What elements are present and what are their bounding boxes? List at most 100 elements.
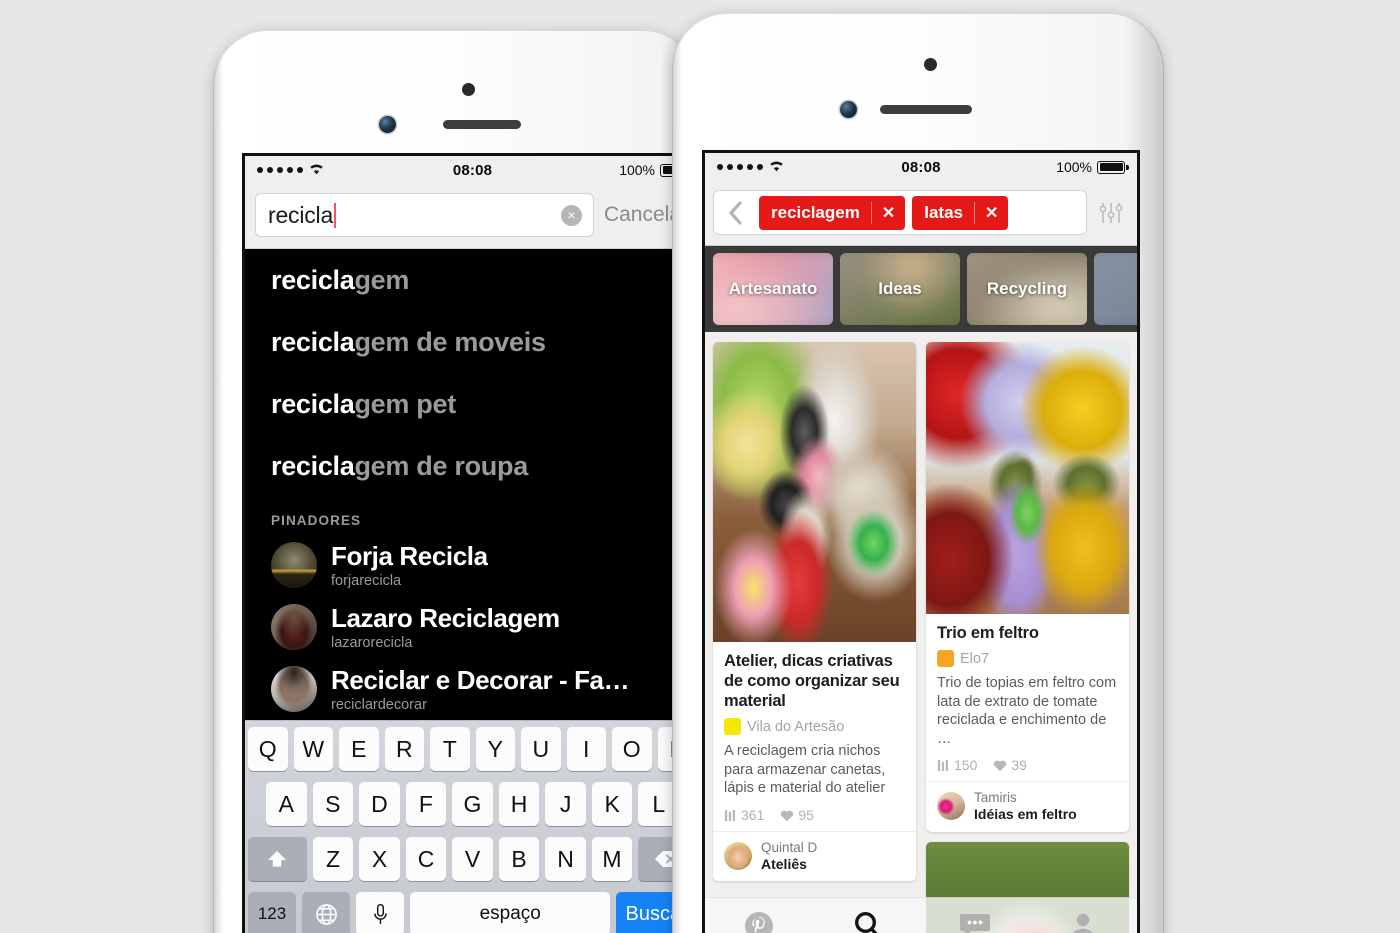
numbers-key[interactable]: 123: [248, 892, 297, 933]
space-key[interactable]: espaço: [410, 892, 611, 933]
key-v[interactable]: V: [452, 837, 493, 881]
pin-image[interactable]: [713, 342, 916, 642]
key-w[interactable]: W: [293, 727, 333, 771]
suggestion-rest: gem pet: [354, 389, 456, 419]
tab-messages[interactable]: [921, 912, 1029, 933]
keyboard-row-1: Q W E R T Y U I O P: [248, 727, 697, 771]
microphone-icon[interactable]: [356, 892, 405, 933]
status-time: 08:08: [901, 158, 941, 176]
pin-source-name: Vila do Artesão: [747, 718, 845, 735]
list-item[interactable]: reciclagem pet: [245, 373, 700, 435]
pin-card[interactable]: Atelier, dicas criativas de como organiz…: [713, 342, 916, 882]
pin-user-row[interactable]: Quintal D Ateliês: [713, 831, 916, 881]
pin-description: Trio de topias em feltro com lata de ext…: [937, 675, 1117, 747]
search-input[interactable]: recicla ×: [255, 193, 594, 237]
key-b[interactable]: B: [498, 837, 540, 881]
pinner-name: Forja Recicla: [331, 541, 488, 571]
pin-user-name: Quintal D: [761, 840, 818, 856]
pin-card[interactable]: Trio em feltro Elo7 Trio de topias em fe…: [926, 342, 1129, 832]
pinner-meta: Forja Recicla forjarecicla: [331, 541, 488, 589]
close-icon[interactable]: ✕: [870, 201, 905, 224]
key-d[interactable]: D: [359, 782, 400, 826]
key-n[interactable]: N: [545, 837, 586, 881]
search-token[interactable]: reciclagem ✕: [759, 195, 906, 230]
chevron-left-icon[interactable]: [718, 200, 752, 226]
messages-icon: [960, 913, 990, 933]
list-item[interactable]: reciclagem: [245, 249, 700, 311]
repin-count: 150: [954, 757, 978, 774]
key-j[interactable]: J: [545, 782, 586, 826]
pinner-handle: lazarorecicla: [331, 635, 413, 651]
key-s[interactable]: S: [312, 782, 354, 826]
list-item[interactable]: reciclagem de roupa: [245, 435, 700, 497]
key-q[interactable]: Q: [248, 727, 288, 771]
key-r[interactable]: R: [384, 727, 424, 771]
tab-search[interactable]: [813, 909, 921, 933]
key-y[interactable]: Y: [475, 727, 515, 771]
list-item[interactable]: Forja Recicla forjarecicla: [245, 534, 700, 596]
pin-description: A reciclagem cria nichos para armazenar …: [724, 743, 886, 797]
search-bar: recicla × Cancelar: [245, 184, 700, 249]
key-a[interactable]: A: [265, 782, 307, 826]
avatar: [724, 842, 752, 871]
list-item[interactable]: reciclagem de moveis: [245, 311, 700, 373]
profile-icon: [1072, 913, 1094, 933]
pin-user-row[interactable]: Tamiris Idéias em feltro: [926, 781, 1129, 831]
right-phone-screen: 08:08 100% reciclagem ✕ latas ✕ Artesana…: [705, 153, 1137, 933]
search-token-field[interactable]: reciclagem ✕ latas ✕: [713, 190, 1087, 235]
avatar: [271, 666, 317, 712]
tab-profile[interactable]: [1029, 911, 1137, 933]
globe-icon[interactable]: [302, 892, 351, 933]
close-icon[interactable]: ✕: [974, 201, 1008, 224]
repin-stat: 150: [937, 757, 977, 773]
pin-title: Atelier, dicas criativas de como organiz…: [724, 652, 900, 711]
category-tile-ideas[interactable]: Ideas: [840, 253, 960, 325]
key-i[interactable]: I: [566, 727, 606, 771]
category-tile-next[interactable]: [1094, 253, 1137, 325]
source-badge-icon: [937, 650, 954, 668]
key-z[interactable]: Z: [312, 837, 354, 881]
key-f[interactable]: F: [405, 782, 447, 826]
pinterest-logo-icon: [745, 911, 773, 933]
pin-stats: 150 39: [937, 757, 1118, 773]
sliders-icon[interactable]: [1093, 201, 1129, 225]
list-item[interactable]: Reciclar e Decorar - Fa… reciclardecorar: [245, 658, 700, 720]
search-token[interactable]: latas ✕: [912, 195, 1009, 230]
pin-board-name: Ateliês: [761, 855, 807, 872]
list-item[interactable]: Lazaro Reciclagem lazarorecicla: [245, 596, 700, 658]
keyboard-row-3: Z X C V B N M: [248, 837, 697, 881]
left-phone-bezel-top: [213, 30, 699, 158]
category-label: Recycling: [986, 279, 1068, 298]
pin-image[interactable]: [926, 342, 1129, 614]
key-k[interactable]: K: [591, 782, 633, 826]
key-u[interactable]: U: [521, 727, 561, 771]
key-m[interactable]: M: [591, 837, 633, 881]
suggestion-list: reciclagem reciclagem de moveis reciclag…: [245, 249, 700, 720]
pin-user-meta: Quintal D Ateliês: [761, 840, 817, 872]
pin-stats: 361 95: [724, 807, 905, 823]
key-x[interactable]: X: [359, 837, 400, 881]
key-e[interactable]: E: [339, 727, 379, 771]
pin-user-name: Tamiris: [974, 790, 1017, 806]
avatar: [271, 604, 317, 650]
category-tile-recycling[interactable]: Recycling: [967, 253, 1087, 325]
suggestion-rest: gem de moveis: [354, 327, 546, 357]
tab-home[interactable]: [705, 909, 813, 933]
pin-body: Trio em feltro Elo7 Trio de topias em fe…: [926, 614, 1129, 781]
key-o[interactable]: O: [612, 727, 652, 771]
search-input-value: recicla: [268, 201, 334, 228]
shift-icon[interactable]: [248, 837, 307, 881]
category-strip[interactable]: Artesanato Ideas Recycling: [705, 246, 1137, 332]
avatar: [271, 542, 317, 588]
category-label: Artesanato: [728, 279, 818, 298]
clear-icon[interactable]: ×: [560, 204, 582, 226]
key-g[interactable]: G: [452, 782, 493, 826]
front-camera-icon: [379, 116, 396, 133]
key-t[interactable]: T: [430, 727, 470, 771]
key-h[interactable]: H: [498, 782, 540, 826]
pinner-meta: Lazaro Reciclagem lazarorecicla: [331, 603, 560, 651]
key-c[interactable]: C: [405, 837, 447, 881]
keyboard-row-2: A S D F G H J K L: [248, 782, 697, 826]
pin-source: Vila do Artesão: [724, 718, 905, 736]
category-tile-artesanato[interactable]: Artesanato: [713, 253, 833, 325]
